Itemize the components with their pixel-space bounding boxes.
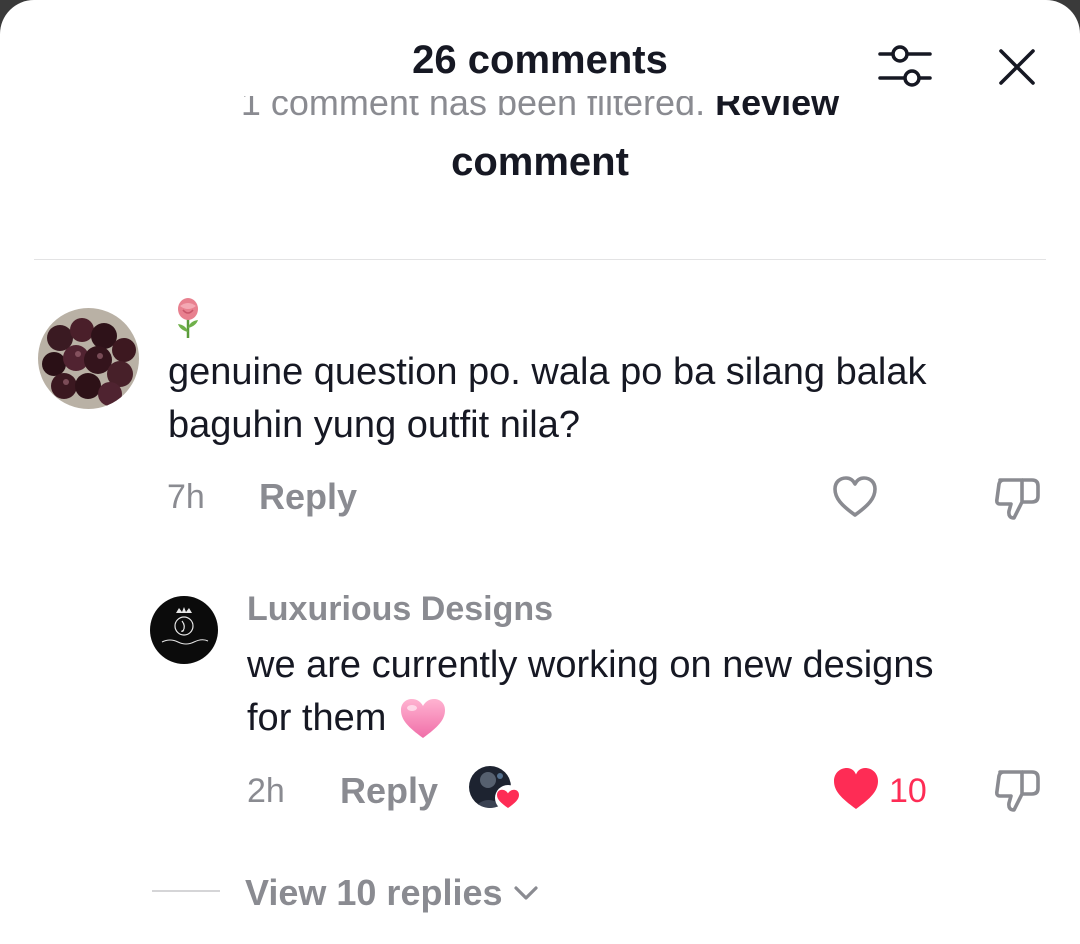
reply-like-count: 10 xyxy=(889,772,927,810)
luxurious-designs-logo-image xyxy=(150,596,218,664)
creator-liked-avatar-icon xyxy=(468,764,524,814)
comments-sheet: 26 comments 1 comment has been filtered.… xyxy=(0,0,1080,944)
luxurious-designs-avatar[interactable] xyxy=(150,596,218,664)
view-replies-divider xyxy=(152,890,220,892)
review-comment-link[interactable]: comment xyxy=(0,140,1080,185)
sliders-icon xyxy=(878,45,932,87)
reply-dislike-button[interactable] xyxy=(992,766,1044,816)
thumbs-down-icon xyxy=(995,478,1040,520)
like-button[interactable] xyxy=(831,474,879,520)
thumbs-down-icon xyxy=(995,770,1040,812)
review-link-inline[interactable]: Review xyxy=(715,96,839,123)
divider xyxy=(34,259,1046,260)
reply-username[interactable]: Luxurious Designs xyxy=(247,590,553,629)
heart-filled-icon xyxy=(834,768,878,809)
reply-comment-reply-button[interactable]: Reply xyxy=(340,770,438,812)
pink-heart-emoji-icon xyxy=(401,698,446,738)
close-button[interactable] xyxy=(994,44,1040,90)
reply-comment-text: we are currently working on new designs … xyxy=(247,644,934,739)
close-icon xyxy=(999,49,1035,85)
comment-time: 7h xyxy=(167,478,205,516)
cherries-avatar-image xyxy=(38,308,139,409)
dislike-button[interactable] xyxy=(992,474,1044,524)
filter-notice-text: 1 comment has been filtered. xyxy=(240,96,716,123)
reply-like-button[interactable] xyxy=(832,766,880,812)
view-replies-button[interactable]: View 10 replies xyxy=(245,872,539,914)
rose-emoji-username[interactable] xyxy=(168,296,208,340)
filter-button[interactable] xyxy=(876,40,934,92)
reply-button[interactable]: Reply xyxy=(259,476,357,518)
chevron-down-icon xyxy=(513,886,538,900)
rose-icon xyxy=(178,298,198,338)
avatar[interactable] xyxy=(38,308,139,409)
reply-comment-time: 2h xyxy=(247,772,285,810)
comment-text: genuine question po. wala po ba silang b… xyxy=(168,351,927,446)
heart-outline-icon xyxy=(833,476,877,517)
filter-notice: 1 comment has been filtered. Review xyxy=(0,96,1080,130)
